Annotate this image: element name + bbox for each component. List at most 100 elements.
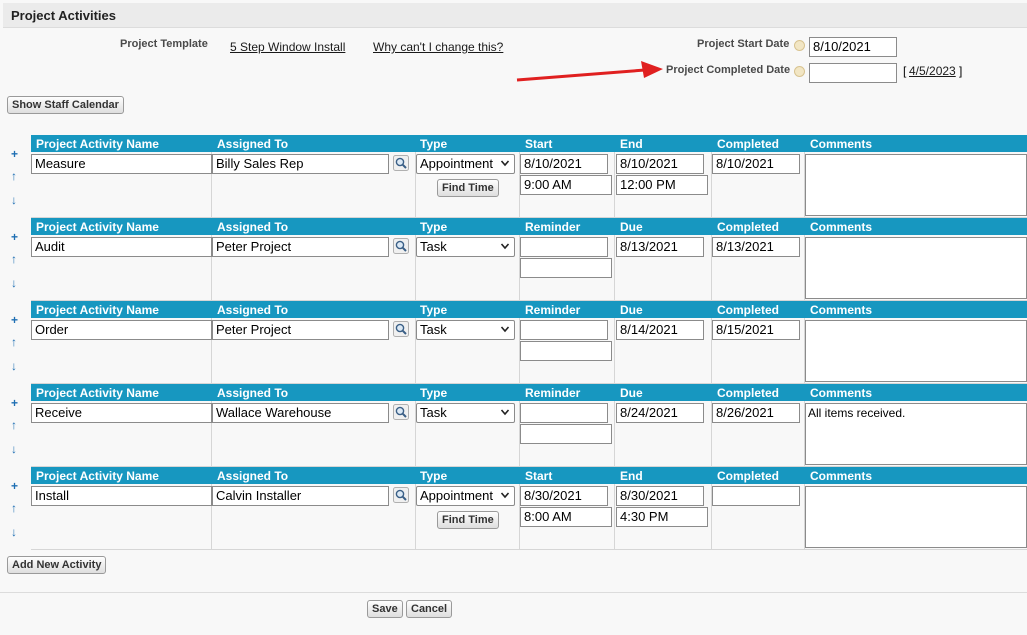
add-row-icon[interactable]: + — [11, 147, 18, 161]
type-select[interactable]: Appointment — [416, 486, 515, 506]
start-reminder-time-input[interactable] — [520, 341, 612, 361]
add-new-activity-button[interactable]: Add New Activity — [7, 556, 107, 574]
start-reminder-date-input[interactable] — [520, 320, 608, 340]
add-row-icon[interactable]: + — [11, 396, 18, 410]
header-end-or-due: End — [620, 469, 643, 483]
cancel-button[interactable]: Cancel — [406, 600, 453, 618]
info-icon — [794, 66, 805, 77]
start-reminder-time-input[interactable] — [520, 424, 612, 444]
start-reminder-date-input[interactable]: 8/10/2021 — [520, 154, 608, 174]
magnifier-icon[interactable] — [393, 321, 409, 337]
header-start-or-reminder: Reminder — [525, 220, 581, 234]
type-select-value: Task — [420, 239, 447, 254]
move-down-icon[interactable]: ↓ — [11, 276, 17, 290]
red-arrow-annotation — [516, 61, 663, 82]
end-due-date-input[interactable]: 8/13/2021 — [616, 237, 704, 257]
activity-name-input[interactable]: Install — [31, 486, 212, 506]
completed-date-input[interactable]: 8/10/2021 — [712, 154, 800, 174]
find-time-button[interactable]: Find Time — [437, 179, 499, 197]
end-due-date-input[interactable]: 8/10/2021 — [616, 154, 704, 174]
type-select[interactable]: Appointment — [416, 154, 515, 174]
project-completed-date-input[interactable] — [809, 63, 897, 83]
assigned-to-input[interactable]: Peter Project — [212, 320, 389, 340]
move-up-icon[interactable]: ↑ — [11, 169, 17, 183]
project-start-date-label: Project Start Date — [697, 38, 790, 50]
activity-section: + ↑ ↓ Project Activity Name Assigned To Type R… — [7, 384, 1027, 467]
column-divider — [614, 484, 615, 550]
type-select-value: Appointment — [420, 488, 493, 503]
chevron-down-icon — [500, 492, 510, 499]
start-reminder-time-input[interactable] — [520, 258, 612, 278]
move-up-icon[interactable]: ↑ — [11, 252, 17, 266]
add-row-icon[interactable]: + — [11, 313, 18, 327]
chevron-down-icon — [500, 326, 510, 333]
page-title: Project Activities — [11, 8, 117, 23]
comments-textarea[interactable]: All items received. — [805, 403, 1027, 465]
assigned-to-input[interactable]: Calvin Installer — [212, 486, 389, 506]
end-due-date-input[interactable]: 8/24/2021 — [616, 403, 704, 423]
header-name: Project Activity Name — [36, 137, 159, 151]
add-row-icon[interactable]: + — [11, 230, 18, 244]
column-divider — [614, 235, 615, 301]
comments-textarea[interactable] — [805, 486, 1027, 548]
header-comments: Comments — [810, 220, 873, 234]
project-completed-date-label: Project Completed Date — [666, 64, 791, 76]
start-reminder-date-input[interactable] — [520, 237, 608, 257]
type-select[interactable]: Task — [416, 237, 515, 257]
info-icon — [794, 40, 805, 51]
start-reminder-time-input[interactable]: 8:00 AM — [520, 507, 612, 527]
magnifier-icon[interactable] — [393, 404, 409, 420]
header-comments: Comments — [810, 386, 873, 400]
start-reminder-time-input[interactable]: 9:00 AM — [520, 175, 612, 195]
magnifier-icon[interactable] — [393, 487, 409, 503]
end-due-date-input[interactable]: 8/30/2021 — [616, 486, 704, 506]
end-time-input[interactable]: 12:00 PM — [616, 175, 708, 195]
project-start-date-input[interactable]: 8/10/2021 — [809, 37, 897, 57]
comments-textarea[interactable] — [805, 154, 1027, 216]
activity-name-input[interactable]: Order — [31, 320, 212, 340]
activity-name-input[interactable]: Measure — [31, 154, 212, 174]
comments-textarea[interactable] — [805, 237, 1027, 299]
project-template-link[interactable]: 5 Step Window Install — [230, 40, 345, 54]
move-down-icon[interactable]: ↓ — [11, 525, 17, 539]
end-time-input[interactable]: 4:30 PM — [616, 507, 708, 527]
type-select[interactable]: Task — [416, 320, 515, 340]
chevron-down-icon — [500, 409, 510, 416]
move-down-icon[interactable]: ↓ — [11, 442, 17, 456]
activity-header: Project Activity Name Assigned To Type Remi… — [31, 384, 1027, 401]
assigned-to-input[interactable]: Peter Project — [212, 237, 389, 257]
suggested-completed-date-link[interactable]: 4/5/2023 — [909, 64, 956, 78]
why-cant-change-link[interactable]: Why can't I change this? — [373, 40, 503, 54]
activity-name-input[interactable]: Audit — [31, 237, 212, 257]
activity-section: + ↑ ↓ Project Activity Name Assigned To Type R… — [7, 218, 1027, 301]
add-row-icon[interactable]: + — [11, 479, 18, 493]
assigned-to-input[interactable]: Billy Sales Rep — [212, 154, 389, 174]
assigned-to-input[interactable]: Wallace Warehouse — [212, 403, 389, 423]
bracket-close: ] — [959, 64, 963, 78]
completed-date-input[interactable]: 8/26/2021 — [712, 403, 800, 423]
move-down-icon[interactable]: ↓ — [11, 193, 17, 207]
header-assigned-to: Assigned To — [217, 303, 289, 317]
start-reminder-date-input[interactable]: 8/30/2021 — [520, 486, 608, 506]
type-select[interactable]: Task — [416, 403, 515, 423]
completed-date-input[interactable] — [712, 486, 800, 506]
header-completed: Completed — [717, 303, 780, 317]
start-reminder-date-input[interactable] — [520, 403, 608, 423]
save-button[interactable]: Save — [367, 600, 403, 618]
find-time-button[interactable]: Find Time — [437, 511, 499, 529]
magnifier-icon[interactable] — [393, 238, 409, 254]
header-assigned-to: Assigned To — [217, 386, 289, 400]
activity-section: + ↑ ↓ Project Activity Name Assigned To Type S… — [7, 467, 1027, 550]
activity-header: Project Activity Name Assigned To Type Star… — [31, 135, 1027, 152]
move-up-icon[interactable]: ↑ — [11, 418, 17, 432]
activity-name-input[interactable]: Receive — [31, 403, 212, 423]
move-up-icon[interactable]: ↑ — [11, 501, 17, 515]
end-due-date-input[interactable]: 8/14/2021 — [616, 320, 704, 340]
completed-date-input[interactable]: 8/15/2021 — [712, 320, 800, 340]
move-up-icon[interactable]: ↑ — [11, 335, 17, 349]
show-staff-calendar-button[interactable]: Show Staff Calendar — [7, 96, 124, 114]
move-down-icon[interactable]: ↓ — [11, 359, 17, 373]
magnifier-icon[interactable] — [393, 155, 409, 171]
completed-date-input[interactable]: 8/13/2021 — [712, 237, 800, 257]
comments-textarea[interactable] — [805, 320, 1027, 382]
